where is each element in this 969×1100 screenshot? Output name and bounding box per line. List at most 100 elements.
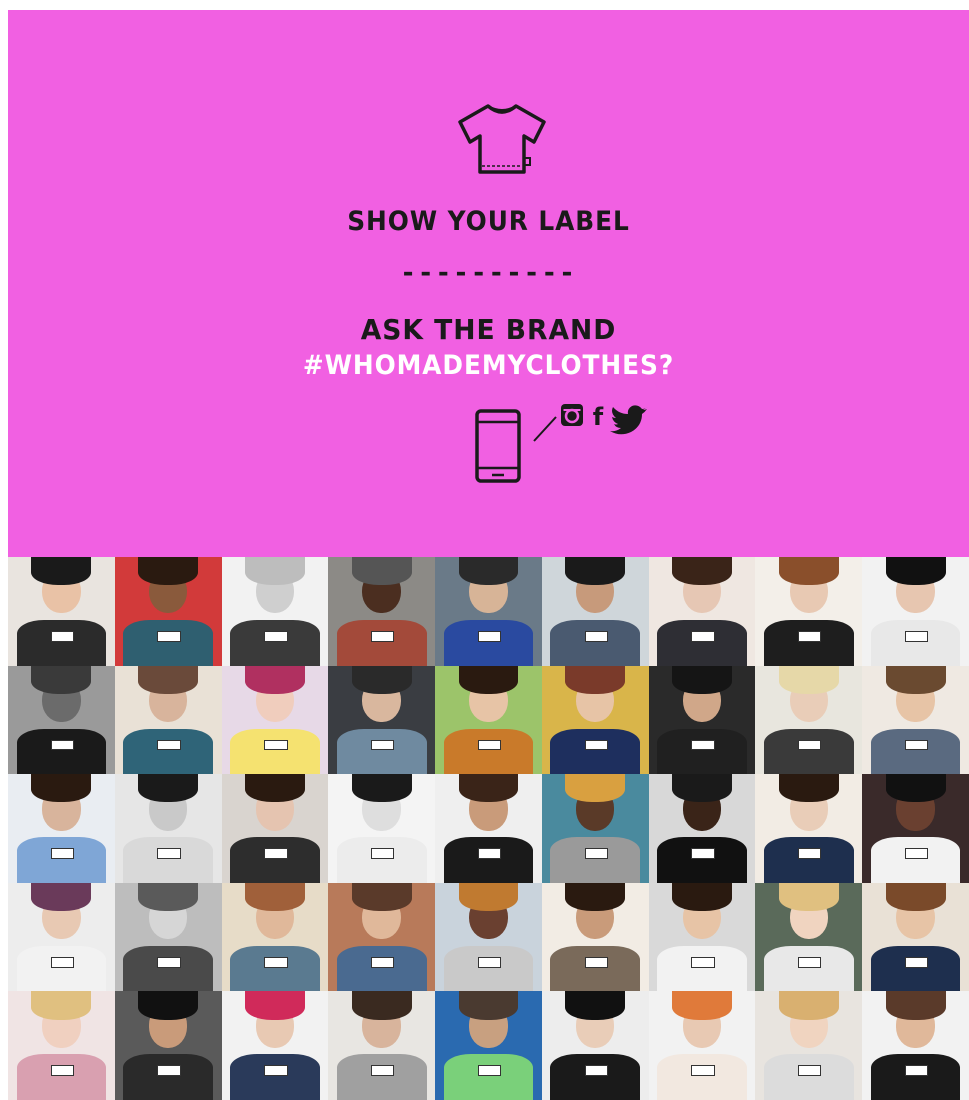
garment — [443, 728, 534, 775]
clothing-label — [264, 631, 288, 642]
clothing-label — [798, 739, 822, 751]
garment — [123, 619, 213, 666]
garment — [763, 837, 854, 883]
hair — [351, 882, 412, 912]
hair — [138, 557, 199, 586]
garment — [657, 619, 747, 666]
clothing-label — [157, 739, 181, 751]
garment — [763, 619, 854, 666]
clothing-label — [691, 739, 715, 751]
photo-tile — [8, 665, 115, 775]
clothing-label — [798, 848, 822, 859]
hair — [351, 991, 412, 1020]
campaign-panel: SHOW YOUR LABEL ---------- ASK THE BRAND… — [8, 10, 969, 557]
garment — [657, 837, 747, 883]
garment — [16, 1054, 107, 1100]
clothing-label — [691, 848, 715, 859]
clothing-label — [798, 1065, 822, 1077]
hair — [778, 557, 839, 586]
hair — [778, 774, 839, 803]
photo-tile — [541, 557, 649, 666]
social-links: f — [528, 401, 658, 459]
garment — [763, 728, 854, 775]
photo-tile — [221, 991, 329, 1100]
clothing-label — [904, 1065, 929, 1077]
garment — [336, 728, 427, 775]
clothing-label — [584, 631, 608, 642]
garment — [336, 837, 427, 883]
clothing-label — [50, 1065, 75, 1077]
photo-tile — [221, 557, 329, 666]
photo-tile — [755, 882, 863, 992]
garment — [123, 837, 213, 883]
photo-tile — [114, 665, 222, 775]
garment — [550, 837, 641, 883]
photo-tile — [435, 665, 542, 775]
photo-tile — [221, 774, 329, 883]
clothing-label — [477, 1065, 502, 1077]
photo-tile — [8, 991, 115, 1100]
clothing-label — [264, 956, 288, 968]
garment — [443, 945, 534, 992]
garment — [550, 945, 641, 992]
clothing-label — [798, 956, 822, 968]
hair — [245, 665, 305, 694]
garment — [550, 1054, 641, 1100]
hair — [885, 774, 946, 803]
hair — [565, 557, 626, 586]
photo-tile — [8, 882, 115, 992]
hair — [31, 665, 92, 694]
hair — [778, 991, 839, 1020]
photo-tile — [114, 882, 222, 992]
clothing-label — [157, 956, 181, 968]
photo-grid — [8, 557, 969, 1100]
photo-tile — [435, 557, 542, 666]
clothing-label — [50, 956, 75, 968]
garment — [16, 837, 107, 883]
hair — [458, 882, 519, 912]
photo-tile — [648, 774, 756, 883]
clothing-label — [371, 956, 395, 968]
hair — [885, 665, 946, 694]
garment — [123, 1054, 213, 1100]
photo-tile — [541, 774, 649, 883]
garment — [443, 1054, 534, 1100]
garment — [657, 728, 747, 775]
clothing-label — [50, 848, 75, 859]
call-to-action: ASK THE BRAND — [360, 313, 617, 346]
hair — [351, 557, 412, 586]
hair — [31, 991, 92, 1020]
hair — [885, 557, 946, 586]
facebook-icon[interactable]: f — [593, 403, 604, 431]
hair — [138, 774, 199, 803]
clothing-label — [904, 848, 929, 859]
photo-tile — [328, 557, 436, 666]
hair — [885, 991, 946, 1020]
hair — [672, 882, 732, 912]
garment — [763, 945, 854, 992]
garment — [443, 619, 534, 666]
garment — [16, 728, 107, 775]
hair — [565, 774, 626, 803]
twitter-icon[interactable] — [610, 405, 648, 435]
photo-tile — [541, 665, 649, 775]
garment — [230, 945, 320, 992]
garment — [336, 619, 427, 666]
photo-tile — [862, 882, 969, 992]
clothing-label — [477, 848, 502, 859]
clothing-label — [477, 631, 502, 642]
clothing-label — [691, 956, 715, 968]
hair — [245, 774, 305, 803]
garment — [763, 1054, 854, 1100]
garment — [870, 837, 961, 883]
hair — [885, 882, 946, 912]
garment — [230, 728, 320, 775]
photo-tile — [755, 665, 863, 775]
tshirt-icon — [454, 102, 550, 182]
photo-tile — [8, 774, 115, 883]
hair — [31, 557, 92, 586]
hair — [351, 665, 412, 694]
instagram-icon[interactable] — [561, 404, 583, 426]
garment — [870, 619, 961, 666]
hair — [245, 991, 305, 1020]
